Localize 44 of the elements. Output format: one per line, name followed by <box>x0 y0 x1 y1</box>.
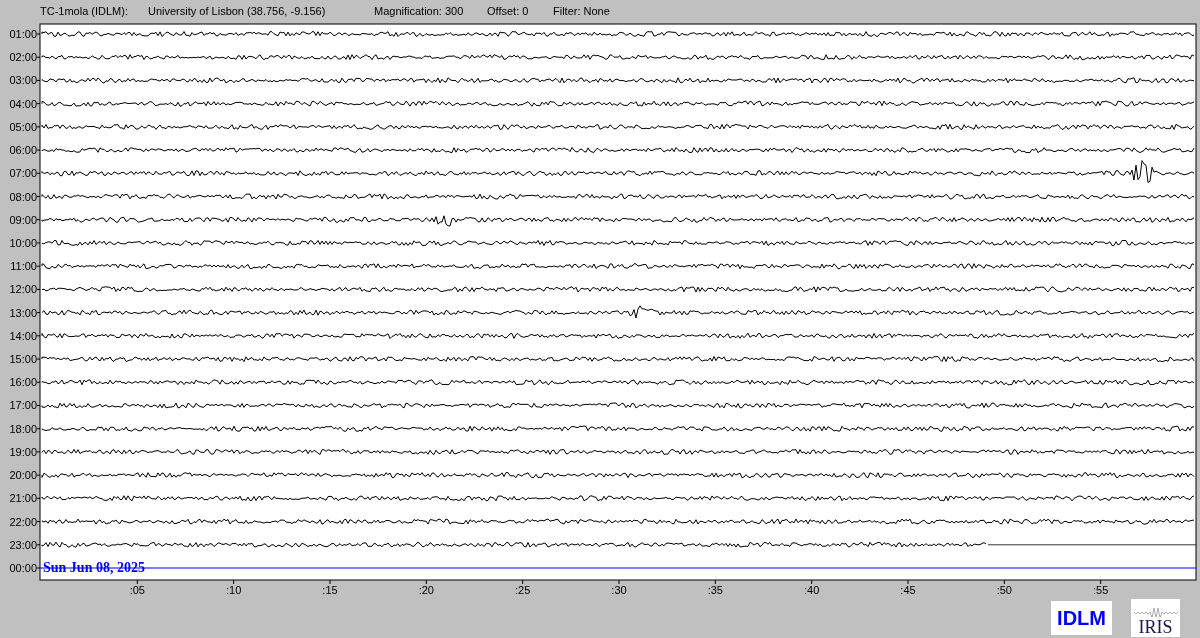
header-text: Offset: 0 <box>487 3 530 19</box>
minute-tick-label: :15 <box>322 584 338 596</box>
hour-label: 04:00 <box>9 97 37 110</box>
hour-label: 13:00 <box>9 306 37 319</box>
hour-label: 02:00 <box>9 51 37 64</box>
hour-label: 12:00 <box>9 283 37 296</box>
hour-label: 22:00 <box>9 515 37 528</box>
minute-tick-label: :45 <box>900 584 916 596</box>
hour-label: 03:00 <box>9 74 37 87</box>
waveform-icon <box>1133 605 1178 617</box>
minute-tick-label: :40 <box>804 584 820 596</box>
hour-label: 01:00 <box>9 28 37 40</box>
hour-label: 11:00 <box>10 260 37 273</box>
header-text: University of Lisbon (38.756, -9.156) <box>148 3 327 19</box>
minute-tick-label: :20 <box>418 584 434 596</box>
minute-tick-label: :05 <box>129 584 145 596</box>
hour-label: 09:00 <box>9 213 37 226</box>
minute-tick-label: :50 <box>996 584 1012 596</box>
hour-label: 23:00 <box>9 538 37 551</box>
minute-tick-label: :25 <box>515 584 531 596</box>
iris-logo: IRIS <box>1131 599 1180 637</box>
hour-label: 16:00 <box>9 376 37 389</box>
hour-label: 17:00 <box>9 399 37 412</box>
minute-tick-label: :55 <box>1093 584 1109 596</box>
header-text: Magnification: 300 <box>374 3 465 19</box>
network-logo: IDLM <box>1051 601 1112 635</box>
hour-label: 15:00 <box>9 353 37 366</box>
hour-label: 06:00 <box>9 144 37 157</box>
hour-label: 21:00 <box>9 492 37 505</box>
hour-label: 05:00 <box>9 120 37 133</box>
minute-tick-label: :30 <box>611 584 627 596</box>
header-text: TC-1mola (IDLM): <box>40 3 129 19</box>
header-text: Filter: None <box>553 3 610 19</box>
hour-label: 20:00 <box>9 469 37 482</box>
hour-label: 19:00 <box>9 445 37 458</box>
minute-tick-label: :35 <box>707 584 723 596</box>
hour-label: 00:00 <box>9 562 37 574</box>
hour-label: 14:00 <box>9 329 37 342</box>
hour-label: 07:00 <box>9 167 37 180</box>
minute-tick-label: :10 <box>226 584 242 596</box>
date-label: Sun Jun 08, 2025 <box>43 560 145 575</box>
hour-label: 08:00 <box>9 190 37 203</box>
hour-label: 18:00 <box>9 422 37 435</box>
hour-label: 10:00 <box>9 236 37 249</box>
